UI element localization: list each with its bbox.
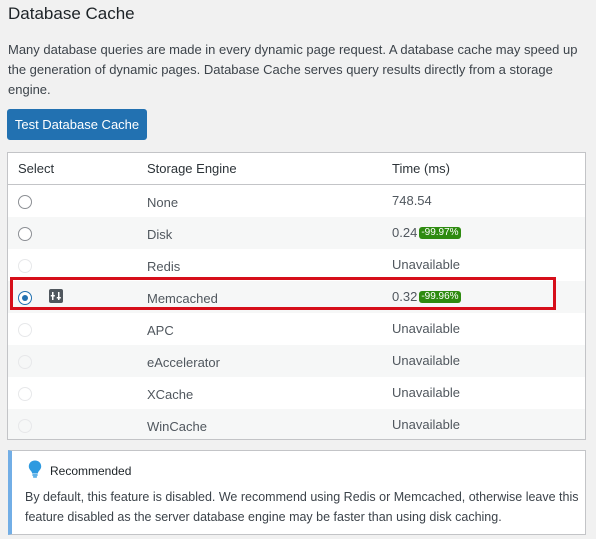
table-row: XCache Unavailable: [8, 377, 585, 409]
test-database-cache-button[interactable]: Test Database Cache: [7, 109, 147, 140]
engine-name: Disk: [147, 227, 173, 242]
time-value: 0.24: [392, 225, 418, 240]
engine-name: Redis: [147, 259, 181, 274]
time-value: Unavailable: [392, 257, 460, 272]
lightbulb-icon: [28, 460, 42, 481]
engine-name: XCache: [147, 387, 194, 402]
table-row: WinCache Unavailable: [8, 409, 585, 439]
radio-xcache: [18, 386, 32, 401]
header-time: Time (ms): [392, 161, 451, 176]
header-select: Select: [18, 161, 55, 176]
radio-disk[interactable]: [18, 226, 32, 241]
table-row[interactable]: None 748.54: [8, 185, 585, 217]
time-value: Unavailable: [392, 417, 460, 432]
table-header: Select Storage Engine Time (ms): [8, 153, 585, 185]
header-storage-engine: Storage Engine: [147, 161, 237, 176]
recommendation-notice: Recommended By default, this feature is …: [8, 450, 586, 535]
highlight-box: [10, 277, 556, 310]
time-value: Unavailable: [392, 385, 460, 400]
radio-none[interactable]: [18, 194, 32, 209]
improvement-badge: -99.97%: [419, 226, 461, 239]
notice-heading: Recommended: [50, 463, 132, 478]
radio-apc: [18, 322, 32, 337]
engine-name: WinCache: [147, 419, 207, 434]
time-value: Unavailable: [392, 353, 460, 368]
engine-name: APC: [147, 323, 174, 338]
table-row[interactable]: Disk 0.24 -99.97%: [8, 217, 585, 249]
notice-body: By default, this feature is disabled. We…: [25, 490, 579, 524]
engine-name: eAccelerator: [147, 355, 220, 370]
radio-eaccelerator: [18, 354, 32, 369]
table-row: eAccelerator Unavailable: [8, 345, 585, 377]
time-value: Unavailable: [392, 321, 460, 336]
radio-redis: [18, 258, 32, 273]
page-title: Database Cache: [8, 4, 135, 23]
time-value: 748.54: [392, 193, 432, 208]
engine-name: None: [147, 195, 179, 210]
table-row: APC Unavailable: [8, 313, 585, 345]
radio-wincache: [18, 418, 32, 433]
description-text: Many database queries are made in every …: [8, 42, 578, 97]
